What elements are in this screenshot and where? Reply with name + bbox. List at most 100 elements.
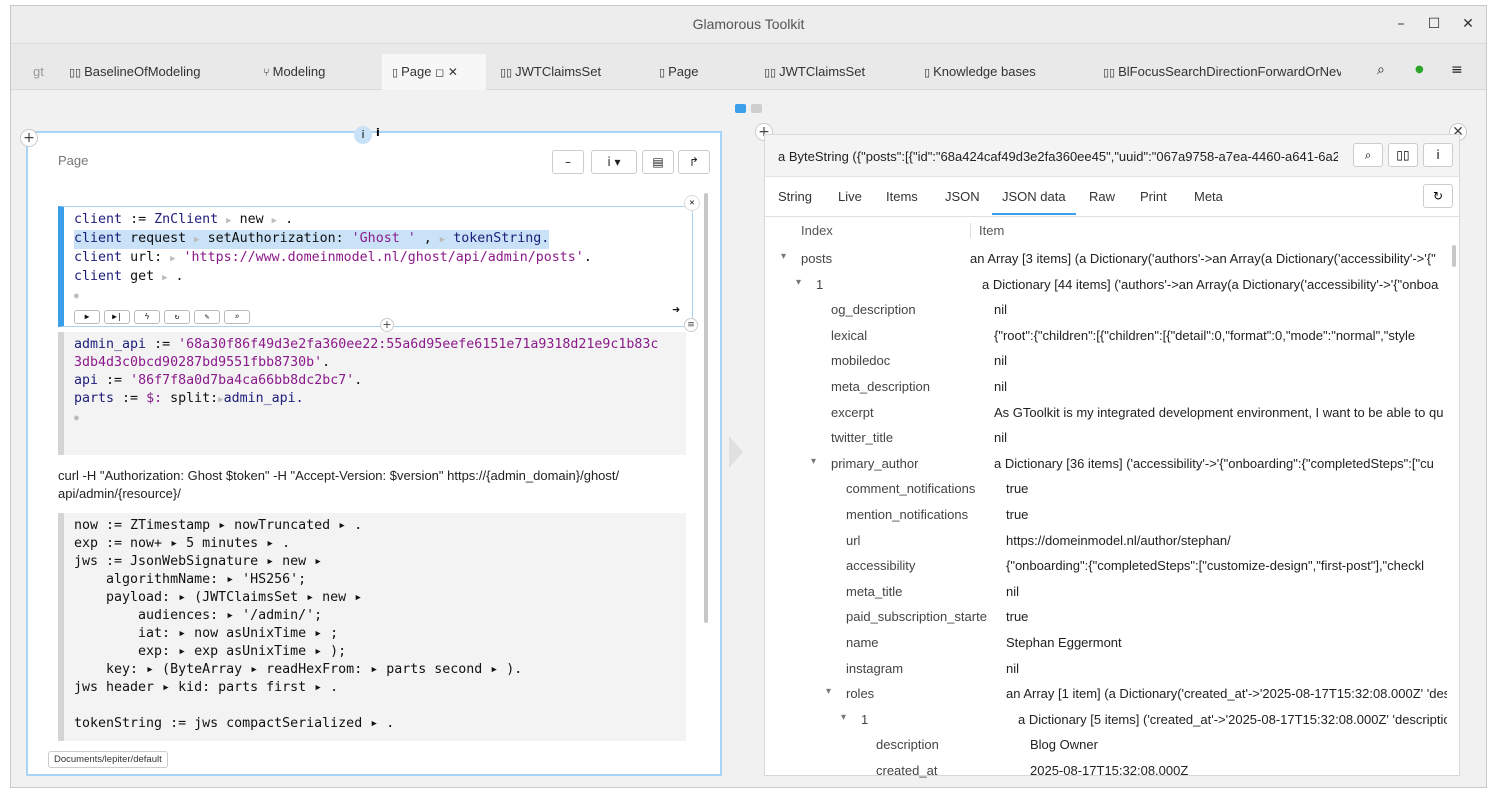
- add-snippet-icon[interactable]: +: [380, 318, 394, 332]
- gt-logo[interactable]: gt: [33, 54, 44, 90]
- tree-key: lexical: [831, 327, 868, 343]
- tab-baselineofmodeling[interactable]: ▯▯ BaselineOfModeling: [69, 54, 249, 90]
- tree-row[interactable]: instagram nil: [765, 657, 1455, 682]
- tree-value: 2025-08-17T15:32:08.000Z: [1030, 763, 1189, 778]
- tab-raw[interactable]: Raw: [1089, 189, 1115, 204]
- tree-value: {"root":{"children":[{"children":[{"deta…: [994, 327, 1416, 343]
- expand-toggle-icon[interactable]: ▾: [811, 456, 816, 467]
- tree-row[interactable]: accessibility {"onboarding":{"completedSt…: [765, 554, 1455, 579]
- pager-dot-active[interactable]: [735, 104, 746, 113]
- tree-value: a Dictionary [36 items] ('accessibility'…: [994, 455, 1434, 471]
- clipboard-button[interactable]: ▤: [642, 150, 674, 174]
- expand-toggle-icon[interactable]: ▾: [826, 686, 831, 697]
- drag-handle-icon[interactable]: ≡: [684, 318, 698, 332]
- inspect-icon[interactable]: ⌕: [224, 310, 250, 324]
- tab-print[interactable]: Print: [1140, 189, 1167, 204]
- right-scrollbar[interactable]: [1452, 245, 1456, 267]
- tab-jwtclaimsset-2[interactable]: ▯▯ JWTClaimsSet: [764, 54, 914, 90]
- expand-toggle-icon[interactable]: ▾: [781, 251, 786, 262]
- tree-row[interactable]: meta_description nil: [765, 375, 1455, 400]
- tab-square-icon[interactable]: ◻: [435, 67, 444, 79]
- run-icon[interactable]: ▶: [74, 310, 100, 324]
- lightning-icon[interactable]: ϟ: [134, 310, 160, 324]
- column-index: Index: [801, 223, 833, 238]
- tree-value: nil: [994, 379, 1008, 394]
- tree-row[interactable]: ▾ 1 a Dictionary [5 items] ('created_at'->…: [765, 708, 1455, 733]
- tree-row[interactable]: meta_title nil: [765, 580, 1455, 605]
- tree-row[interactable]: mobiledoc nil: [765, 349, 1455, 374]
- tree-value: an Array [3 items] (a Dictionary('author…: [970, 251, 1436, 266]
- code-line: audiences: ▸ '/admin/';: [74, 608, 323, 623]
- code-snippet-jws[interactable]: now := ZTimestamp ▸ nowTruncated ▸ . exp…: [58, 513, 686, 741]
- add-pane-left-icon[interactable]: +: [20, 129, 38, 147]
- info-icon[interactable]: i: [376, 126, 380, 139]
- refresh-button[interactable]: ↻: [1423, 184, 1453, 208]
- tree-row[interactable]: ▾ 1 a Dictionary [44 items] ('authors'->an…: [765, 273, 1455, 298]
- tree-row[interactable]: lexical {"root":{"children":[{"children":…: [765, 324, 1455, 349]
- page-icon: ▯: [659, 67, 666, 79]
- step-icon[interactable]: ▶|: [104, 310, 130, 324]
- minimize-icon[interactable]: –: [1391, 14, 1411, 34]
- tab-string[interactable]: String: [778, 189, 812, 204]
- page-icon: ▯: [392, 67, 399, 79]
- search-button[interactable]: ⌕: [1353, 143, 1383, 167]
- tree-row[interactable]: paid_subscription_starte true: [765, 605, 1455, 630]
- tree-row[interactable]: url https://domeinmodel.nl/author/stephan…: [765, 529, 1455, 554]
- tree-row[interactable]: name Stephan Eggermont: [765, 631, 1455, 656]
- info-dropdown-button[interactable]: i ▾: [591, 150, 637, 174]
- snippet-close-icon[interactable]: ✕: [684, 195, 700, 211]
- menu-icon[interactable]: ≡: [1451, 62, 1463, 78]
- tree-row[interactable]: comment_notifications true: [765, 477, 1455, 502]
- tree-key: mention_notifications: [846, 507, 969, 522]
- tab-blfocussearch[interactable]: ▯▯ BlFocusSearchDirectionForwardOrNev: [1103, 54, 1341, 90]
- column-item: Item: [970, 223, 1004, 238]
- expand-toggle-icon[interactable]: ▾: [796, 277, 801, 288]
- tree-row[interactable]: excerpt As GToolkit is my integrated deve…: [765, 401, 1455, 426]
- share-button[interactable]: ↱: [678, 150, 710, 174]
- tab-knowledge-bases[interactable]: ▯ Knowledge bases: [924, 54, 1094, 90]
- minus-button[interactable]: –: [552, 150, 584, 174]
- edit-icon[interactable]: ✎: [194, 310, 220, 324]
- tab-jwtclaimsset[interactable]: ▯▯ JWTClaimsSet: [500, 54, 640, 90]
- pager-dot[interactable]: [751, 104, 762, 113]
- search-icon[interactable]: ⌕: [1377, 62, 1385, 78]
- expand-toggle-icon[interactable]: ▾: [841, 712, 846, 723]
- tab-meta[interactable]: Meta: [1194, 189, 1223, 204]
- tab-json[interactable]: JSON: [945, 189, 980, 204]
- tree-row[interactable]: mention_notifications true: [765, 503, 1455, 528]
- code-snippet[interactable]: admin_api := '68a30f86f49d3e2fa360ee22:5…: [58, 332, 686, 455]
- tab-live[interactable]: Live: [838, 189, 862, 204]
- tree-row[interactable]: ▾ roles an Array [1 item] (a Dictionary('c…: [765, 682, 1455, 707]
- tree-row[interactable]: og_description nil: [765, 298, 1455, 323]
- tab-close-icon[interactable]: ✕: [448, 65, 458, 79]
- tree-value: https://domeinmodel.nl/author/stephan/: [1006, 532, 1231, 548]
- tree-value: true: [1006, 609, 1029, 625]
- tab-page[interactable]: ▯ Page: [659, 54, 759, 90]
- refresh-icon[interactable]: ↻: [164, 310, 190, 324]
- tree-row[interactable]: ▾ posts an Array [3 items] (a Dictionary('…: [765, 247, 1455, 272]
- tab-items[interactable]: Items: [886, 189, 918, 204]
- tree-row[interactable]: created_at 2025-08-17T15:32:08.000Z: [765, 759, 1455, 784]
- pane-arrow-icon: [729, 436, 743, 468]
- info-toggle-icon[interactable]: i: [354, 126, 372, 144]
- text-snippet-line-1: curl -H "Authorization: Ghost $token" -H…: [58, 468, 620, 483]
- tab-json-data[interactable]: JSON data: [992, 189, 1076, 215]
- tree-row[interactable]: twitter_title nil: [765, 426, 1455, 451]
- tab-modeling[interactable]: ⑂ Modeling: [263, 54, 373, 90]
- book-button[interactable]: ▯▯: [1388, 143, 1418, 167]
- branch-icon: ⑂: [263, 67, 270, 79]
- close-icon[interactable]: ✕: [1458, 14, 1478, 34]
- code-line: client url: ▶ 'https://www.domeinmodel.n…: [74, 250, 592, 265]
- expand-arrow-icon[interactable]: ➜: [672, 302, 680, 320]
- code-line: parts := $: split:▶admin_api.: [74, 391, 304, 406]
- code-snippet-active[interactable]: client := ZnClient ▶ new ▶ . client requ…: [58, 195, 700, 327]
- inspector-pane: a ByteString ({"posts":[{"id":"68a424caf…: [764, 134, 1460, 778]
- left-scrollbar[interactable]: [704, 193, 708, 623]
- info-button[interactable]: i: [1423, 143, 1453, 167]
- code-line: client := ZnClient ▶ new ▶ .: [74, 212, 294, 227]
- maximize-icon[interactable]: ☐: [1424, 14, 1444, 34]
- tab-page-active[interactable]: ▯ Page ◻ ✕: [382, 54, 486, 90]
- tree-row[interactable]: description Blog Owner: [765, 733, 1455, 758]
- tree-row[interactable]: ▾ primary_author a Dictionary [36 items] (…: [765, 452, 1455, 477]
- code-line: now := ZTimestamp ▸ nowTruncated ▸ .: [74, 518, 363, 533]
